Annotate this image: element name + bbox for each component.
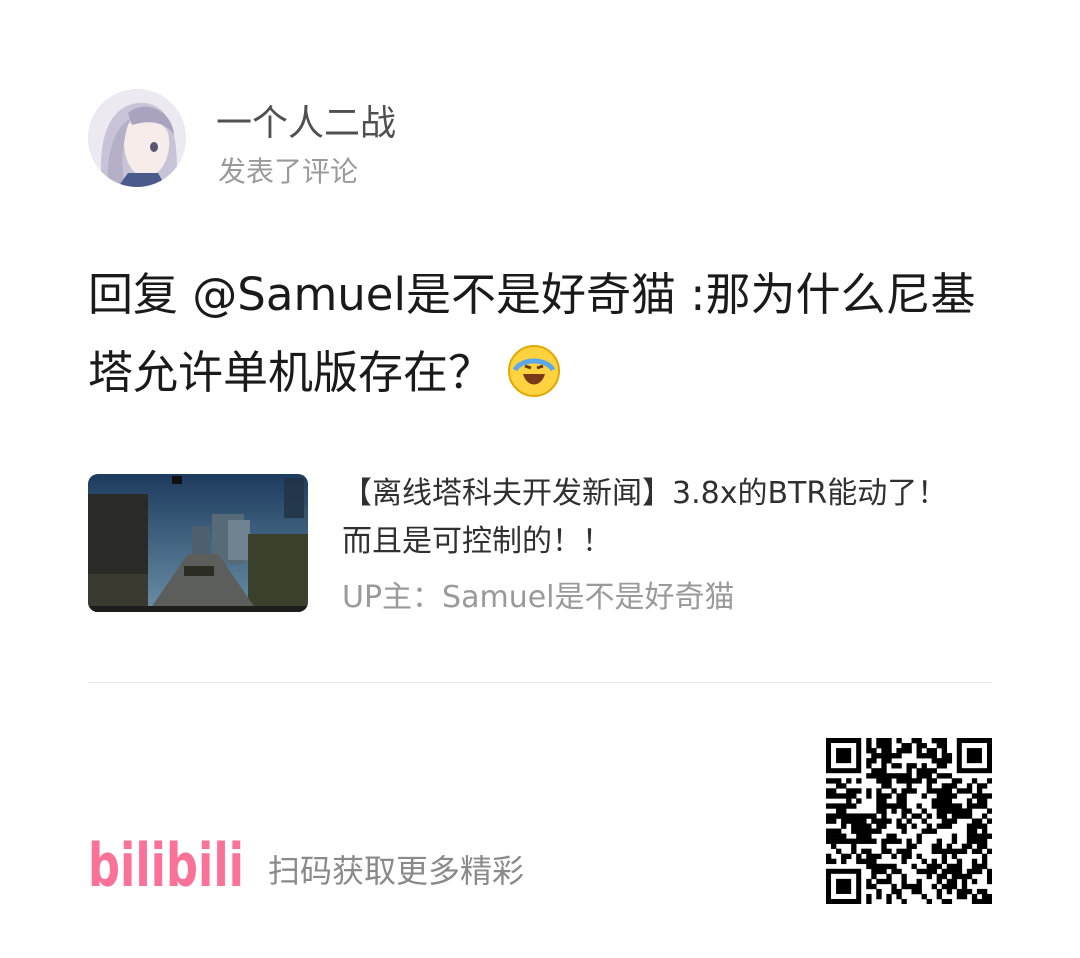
bilibili-logo: bilibili (88, 822, 248, 901)
avatar[interactable] (88, 89, 186, 187)
qr-code (826, 738, 993, 905)
uploader-label: UP主：Samuel是不是好奇猫 (342, 580, 735, 615)
laughing-crying-face-icon (507, 344, 561, 398)
comment-text: 回复 @Samuel是不是好奇猫 :那为什么尼基塔允许单机版存在？ (88, 256, 1008, 412)
video-thumbnail[interactable] (88, 474, 308, 612)
svg-text:bilibili: bilibili (88, 831, 244, 896)
video-title[interactable]: 【离线塔科夫开发新闻】3.8x的BTR能动了！而且是可控制的！！ (342, 470, 962, 566)
action-label: 发表了评论 (218, 155, 359, 188)
divider (88, 682, 992, 683)
username[interactable]: 一个人二战 (216, 94, 396, 146)
scan-prompt: 扫码获取更多精彩 (268, 852, 525, 890)
